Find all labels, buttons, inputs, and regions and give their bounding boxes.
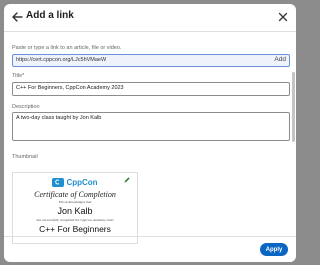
cppcon-logo-text: CppCon: [66, 177, 98, 187]
certificate-course: C++ For Beginners: [39, 224, 111, 234]
cppcon-logo-badge: [52, 177, 65, 187]
link-input-value: https://cert.cppcon.org/LJc5hVMaeW: [16, 57, 107, 63]
certificate-title: Certificate of Completion: [34, 190, 116, 199]
close-icon[interactable]: [276, 10, 290, 24]
add-link-dialog: Add a link Paste or type a link to an ar…: [4, 4, 296, 262]
link-input[interactable]: https://cert.cppcon.org/LJc5hVMaeW Add: [12, 54, 290, 67]
thumbnail-label: Thumbnail: [12, 154, 38, 160]
edit-pencil-icon[interactable]: [123, 176, 131, 184]
dialog-header: Add a link: [4, 4, 296, 32]
title-input[interactable]: C++ For Beginners, CppCon Academy 2023: [12, 82, 290, 96]
title-label: Title*: [12, 73, 25, 79]
dialog-footer: Apply: [4, 236, 296, 262]
cppcon-logo: CppCon: [39, 176, 111, 188]
certificate-recipient: Jon Kalb: [57, 206, 93, 216]
thumbnail-image: CppCon Certificate of Completion This ac…: [12, 172, 138, 244]
description-label: Description: [12, 104, 40, 110]
description-textarea-value: A two-day class taught by Jon Kalb: [16, 115, 102, 121]
add-link-button[interactable]: Add: [274, 56, 286, 63]
description-textarea[interactable]: A two-day class taught by Jon Kalb: [12, 112, 290, 141]
dialog-body: Paste or type a link to an article, file…: [4, 32, 296, 244]
link-label: Paste or type a link to an article, file…: [12, 45, 122, 51]
certificate-completion-text: has successfully completed the CppCon Ac…: [36, 218, 114, 222]
dialog-title: Add a link: [26, 10, 74, 21]
arrow-left-icon[interactable]: [10, 10, 24, 24]
apply-button[interactable]: Apply: [260, 243, 288, 256]
certificate-acknowledgement: This acknowledges that: [58, 200, 92, 204]
title-input-value: C++ For Beginners, CppCon Academy 2023: [16, 85, 124, 91]
dialog-scrollbar[interactable]: [292, 72, 295, 142]
